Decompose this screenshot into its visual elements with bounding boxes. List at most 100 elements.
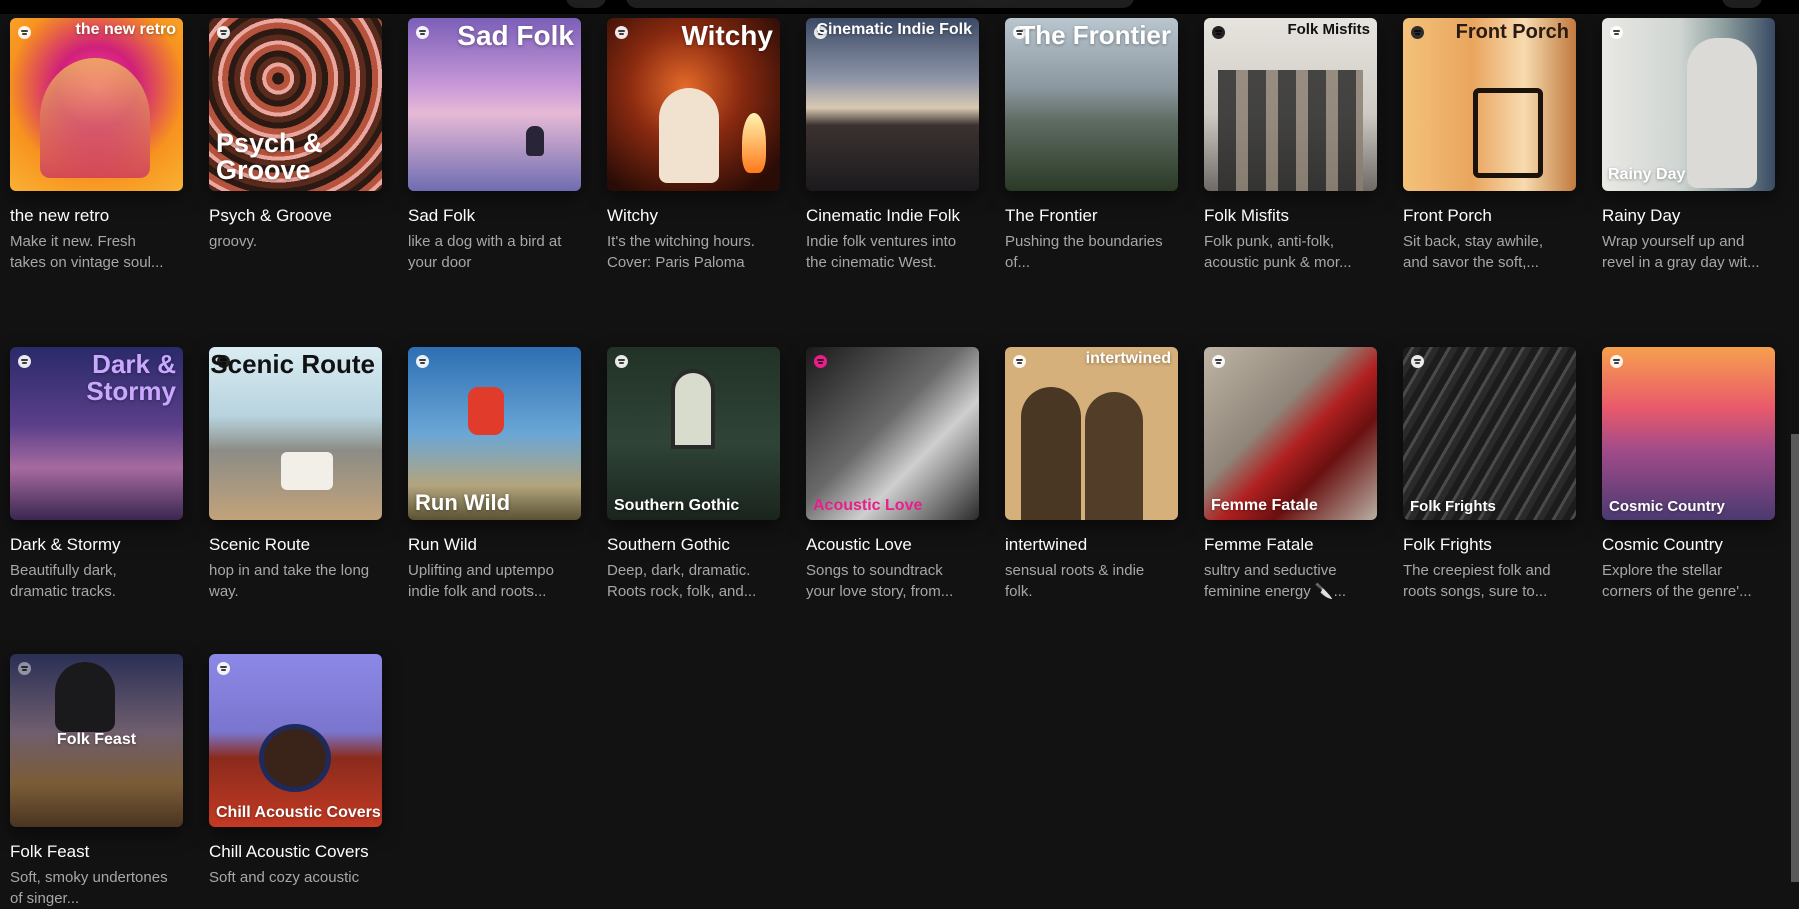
playlist-cover[interactable]: intertwined bbox=[1005, 347, 1178, 520]
cover-title: Folk Frights bbox=[1410, 497, 1496, 515]
playlist-card[interactable]: Acoustic Love Acoustic Love Songs to sou… bbox=[806, 347, 979, 676]
playlist-title[interactable]: Chill Acoustic Covers bbox=[209, 840, 374, 864]
playlist-description: Explore the stellar corners of the genre… bbox=[1602, 562, 1752, 600]
cover-title: Sad Folk bbox=[457, 20, 574, 51]
playlist-description: Songs to soundtrack your love story, fro… bbox=[806, 562, 954, 600]
playlist-description: groovy. bbox=[209, 233, 258, 250]
playlist-title[interactable]: intertwined bbox=[1005, 533, 1170, 557]
playlist-card[interactable]: Folk Feast Folk Feast Soft, smoky undert… bbox=[10, 654, 183, 909]
playlist-card[interactable]: Dark & Stormy Dark & Stormy Beautifully … bbox=[10, 347, 183, 676]
playlist-title[interactable]: Cinematic Indie Folk bbox=[806, 204, 971, 228]
playlist-card[interactable]: Chill Acoustic Covers Chill Acoustic Cov… bbox=[209, 654, 382, 909]
scrollbar[interactable] bbox=[1789, 14, 1799, 906]
playlist-cover[interactable]: Folk Misfits bbox=[1204, 18, 1377, 191]
scrollbar-thumb[interactable] bbox=[1791, 434, 1799, 882]
playlist-title[interactable]: Sad Folk bbox=[408, 204, 573, 228]
playlist-card[interactable]: Southern Gothic Southern Gothic Deep, da… bbox=[607, 347, 780, 676]
playlist-card[interactable]: Folk Misfits Folk Misfits Folk punk, ant… bbox=[1204, 18, 1377, 347]
spotify-logo-icon bbox=[1610, 355, 1623, 368]
playlist-title[interactable]: Femme Fatale bbox=[1204, 533, 1369, 557]
spotify-logo-icon bbox=[416, 355, 429, 368]
playlist-card[interactable]: Rainy Day Rainy Day Wrap yourself up and… bbox=[1602, 18, 1775, 347]
playlist-card[interactable]: Psych & Groove Psych & Groove groovy. bbox=[209, 18, 382, 347]
playlist-title[interactable]: Witchy bbox=[607, 204, 772, 228]
playlist-cover[interactable]: Acoustic Love bbox=[806, 347, 979, 520]
playlist-cover[interactable]: Folk Frights bbox=[1403, 347, 1576, 520]
window-icon bbox=[671, 369, 715, 449]
playlist-description: hop in and take the long way. bbox=[209, 562, 370, 600]
playlist-title[interactable]: Front Porch bbox=[1403, 204, 1568, 228]
cover-title: Cosmic Country bbox=[1609, 497, 1725, 515]
spotify-logo-icon bbox=[416, 26, 429, 39]
playlist-title[interactable]: Acoustic Love bbox=[806, 533, 971, 557]
playlist-cover[interactable]: Folk Feast bbox=[10, 654, 183, 827]
nav-button[interactable] bbox=[566, 0, 606, 8]
playlist-cover[interactable]: Sad Folk bbox=[408, 18, 581, 191]
cover-title: Scenic Route bbox=[210, 349, 375, 379]
playlist-cover[interactable]: the new retro bbox=[10, 18, 183, 191]
playlist-card[interactable]: Scenic Route Scenic Route hop in and tak… bbox=[209, 347, 382, 676]
playlist-cover[interactable]: Rainy Day bbox=[1602, 18, 1775, 191]
playlist-card[interactable]: Cinematic Indie Folk Cinematic Indie Fol… bbox=[806, 18, 979, 347]
spotify-logo-icon bbox=[1212, 355, 1225, 368]
playlist-description: sensual roots & indie folk. bbox=[1005, 562, 1145, 600]
search-bar[interactable] bbox=[626, 0, 1134, 8]
playlist-title[interactable]: the new retro bbox=[10, 204, 175, 228]
playlist-title[interactable]: Folk Misfits bbox=[1204, 204, 1369, 228]
fire-icon bbox=[742, 113, 766, 173]
playlist-card[interactable]: Folk Frights Folk Frights The creepiest … bbox=[1403, 347, 1576, 676]
playlist-card[interactable]: Witchy Witchy It's the witching hours. C… bbox=[607, 18, 780, 347]
playlist-title[interactable]: Psych & Groove bbox=[209, 204, 374, 228]
cover-image bbox=[40, 58, 150, 178]
playlist-cover[interactable]: Dark & Stormy bbox=[10, 347, 183, 520]
playlist-cover[interactable]: Psych & Groove bbox=[209, 18, 382, 191]
playlist-cover[interactable]: Chill Acoustic Covers bbox=[209, 654, 382, 827]
playlist-card[interactable]: Run Wild Run Wild Uplifting and uptempo … bbox=[408, 347, 581, 676]
cover-title: Cinematic Indie Folk bbox=[816, 21, 972, 38]
playlist-cover[interactable]: Scenic Route bbox=[209, 347, 382, 520]
playlist-description: Indie folk ventures into the cinematic W… bbox=[806, 233, 957, 271]
cover-image bbox=[1687, 38, 1757, 188]
playlist-title[interactable]: Run Wild bbox=[408, 533, 573, 557]
playlist-cover[interactable]: Front Porch bbox=[1403, 18, 1576, 191]
running-shoe-icon bbox=[468, 387, 504, 435]
playlist-title[interactable]: Folk Feast bbox=[10, 840, 175, 864]
playlist-cover[interactable]: Femme Fatale bbox=[1204, 347, 1377, 520]
playlist-card[interactable]: Femme Fatale Femme Fatale sultry and sed… bbox=[1204, 347, 1377, 676]
spotify-logo-icon bbox=[615, 26, 628, 39]
playlist-cover[interactable]: The Frontier bbox=[1005, 18, 1178, 191]
playlist-title[interactable]: Scenic Route bbox=[209, 533, 374, 557]
playlist-description: It's the witching hours. Cover: Paris Pa… bbox=[607, 233, 755, 271]
playlist-title[interactable]: Folk Frights bbox=[1403, 533, 1568, 557]
playlist-title[interactable]: Dark & Stormy bbox=[10, 533, 175, 557]
playlist-cover[interactable]: Cinematic Indie Folk bbox=[806, 18, 979, 191]
playlist-card[interactable]: Sad Folk Sad Folk like a dog with a bird… bbox=[408, 18, 581, 347]
playlist-card[interactable]: The Frontier The Frontier Pushing the bo… bbox=[1005, 18, 1178, 347]
playlist-card[interactable]: the new retro the new retro Make it new.… bbox=[10, 18, 183, 347]
playlist-description: Deep, dark, dramatic. Roots rock, folk, … bbox=[607, 562, 757, 600]
playlist-card[interactable]: intertwined intertwined sensual roots & … bbox=[1005, 347, 1178, 676]
playlist-title[interactable]: Rainy Day bbox=[1602, 204, 1767, 228]
playlist-cover[interactable]: Cosmic Country bbox=[1602, 347, 1775, 520]
cover-title: intertwined bbox=[1085, 350, 1171, 367]
playlist-description: Sit back, stay awhile, and savor the sof… bbox=[1403, 233, 1544, 271]
spotify-logo-icon bbox=[217, 26, 230, 39]
cover-title: Witchy bbox=[681, 20, 773, 51]
playlist-card[interactable]: Front Porch Front Porch Sit back, stay a… bbox=[1403, 18, 1576, 347]
playlist-cover[interactable]: Run Wild bbox=[408, 347, 581, 520]
playlist-card[interactable]: Cosmic Country Cosmic Country Explore th… bbox=[1602, 347, 1775, 676]
playlist-title[interactable]: Southern Gothic bbox=[607, 533, 772, 557]
playlist-cover[interactable]: Witchy bbox=[607, 18, 780, 191]
playlist-description: Make it new. Fresh takes on vintage soul… bbox=[10, 233, 164, 271]
spotify-logo-icon bbox=[1212, 26, 1225, 39]
spotify-logo-icon bbox=[1411, 26, 1424, 39]
cover-title: Folk Misfits bbox=[1287, 21, 1370, 38]
playlist-description: Folk punk, anti-folk, acoustic punk & mo… bbox=[1204, 233, 1352, 271]
playlist-cover[interactable]: Southern Gothic bbox=[607, 347, 780, 520]
top-bar bbox=[0, 0, 1799, 14]
profile-button[interactable] bbox=[1722, 0, 1762, 8]
playlist-title[interactable]: Cosmic Country bbox=[1602, 533, 1767, 557]
cover-image bbox=[1218, 70, 1363, 191]
playlist-title[interactable]: The Frontier bbox=[1005, 204, 1170, 228]
playlist-description: The creepiest folk and roots songs, sure… bbox=[1403, 562, 1551, 600]
